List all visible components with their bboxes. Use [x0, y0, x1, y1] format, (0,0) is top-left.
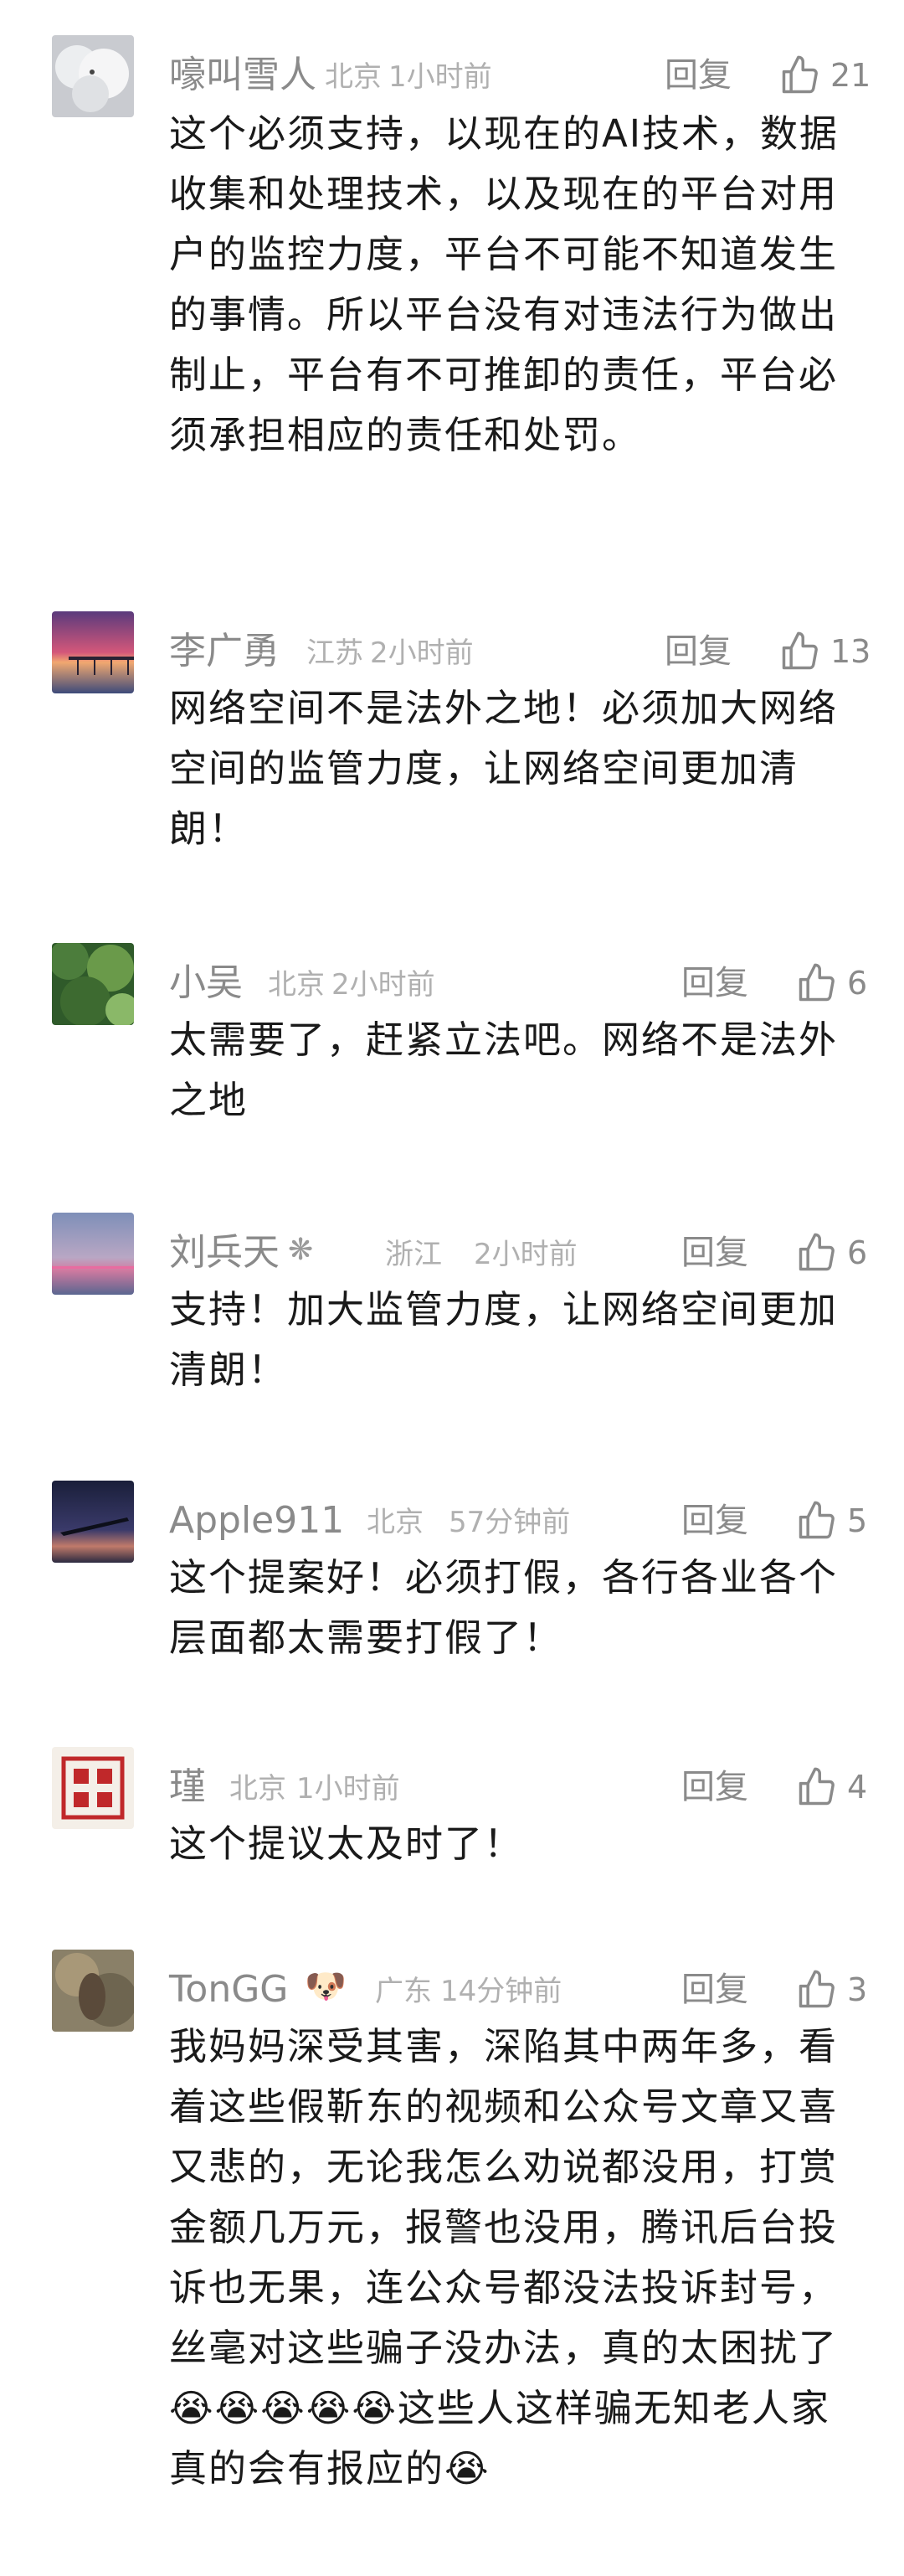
thumbs-up-icon — [799, 1767, 835, 1806]
reply-button[interactable]: 回复 — [681, 1231, 748, 1275]
like-button[interactable]: 3 — [795, 1965, 867, 2015]
username[interactable]: 小吴 — [169, 961, 243, 1005]
thumbs-up-icon — [799, 1233, 835, 1271]
timestamp: 2小时前 — [474, 1238, 578, 1271]
thumbs-up-icon — [799, 963, 835, 1002]
location: 江苏 — [306, 636, 363, 670]
reply-button[interactable]: 回复 — [681, 1499, 748, 1543]
dog-emoji: 🐶 — [305, 1967, 347, 2006]
like-count: 5 — [847, 1502, 868, 1539]
comment-text: 网络空间不是法外之地！必须加大网络空间的监管力度，让网络空间更加清朗！ — [169, 686, 839, 851]
thumbs-up-icon — [782, 55, 818, 94]
username[interactable]: TonGG — [169, 1968, 288, 2012]
location: 北京 — [367, 1506, 424, 1539]
avatar[interactable] — [52, 943, 134, 1025]
location: 浙江 — [385, 1238, 442, 1271]
thumbs-up-icon — [799, 1970, 835, 2008]
username[interactable]: 李广勇 — [169, 630, 280, 673]
reply-button[interactable]: 回复 — [681, 1765, 748, 1809]
reply-button[interactable]: 回复 — [681, 961, 748, 1005]
like-button[interactable]: 21 — [778, 50, 871, 100]
timestamp: 1小时前 — [388, 60, 492, 94]
comment-text: 这个提案好！必须打假，各行各业各个层面都太需要打假了！ — [169, 1555, 839, 1660]
like-count: 6 — [847, 965, 868, 1002]
location: 广东 — [375, 1975, 432, 2008]
timestamp: 57分钟前 — [449, 1506, 571, 1539]
username[interactable]: 刘兵天 — [169, 1231, 280, 1275]
sparkle-icon: ❋ — [288, 1233, 314, 1267]
comment-text: 这个提议太及时了！ — [169, 1821, 524, 1866]
comment-text: 太需要了，赶紧立法吧。网络不是法外之地 — [169, 1018, 839, 1122]
reply-button[interactable]: 回复 — [665, 54, 732, 97]
avatar[interactable] — [52, 611, 134, 693]
reply-button[interactable]: 回复 — [681, 1968, 748, 2012]
avatar[interactable] — [52, 1747, 134, 1829]
username[interactable]: Apple911 — [169, 1499, 344, 1543]
like-button[interactable]: 5 — [795, 1496, 867, 1546]
avatar[interactable] — [52, 1213, 134, 1295]
timestamp: 1小时前 — [296, 1772, 400, 1806]
timestamp: 2小时前 — [331, 968, 435, 1002]
location: 北京 — [325, 60, 382, 94]
username[interactable]: 嚎叫雪人 — [169, 54, 316, 97]
avatar[interactable] — [52, 35, 134, 117]
like-button[interactable]: 4 — [795, 1762, 867, 1812]
comment-text: 我妈妈深受其害，深陷其中两年多，看着这些假靳东的视频和公众号文章又喜又悲的，无论… — [169, 2024, 839, 2491]
username[interactable]: 瑾 — [169, 1765, 206, 1809]
reply-button[interactable]: 回复 — [665, 630, 732, 673]
timestamp: 2小时前 — [370, 636, 474, 670]
like-count: 6 — [847, 1234, 868, 1271]
avatar[interactable] — [52, 1481, 134, 1563]
avatar[interactable] — [52, 1950, 134, 2032]
like-count: 21 — [830, 57, 871, 94]
thumbs-up-icon — [799, 1501, 835, 1539]
like-button[interactable]: 13 — [778, 626, 871, 677]
thumbs-up-icon — [782, 631, 818, 670]
like-button[interactable]: 6 — [795, 958, 867, 1008]
location: 北京 — [229, 1772, 286, 1806]
comment-text: 支持！加大监管力度，让网络空间更加清朗！ — [169, 1287, 839, 1392]
like-button[interactable]: 6 — [795, 1228, 867, 1278]
comment-text: 这个必须支持，以现在的AI技术，数据收集和处理技术，以及现在的平台对用户的监控力… — [169, 111, 840, 457]
like-count: 13 — [830, 633, 871, 670]
timestamp: 14分钟前 — [440, 1975, 562, 2008]
location: 北京 — [268, 968, 325, 1002]
like-count: 3 — [847, 1971, 868, 2008]
like-count: 4 — [847, 1769, 868, 1806]
